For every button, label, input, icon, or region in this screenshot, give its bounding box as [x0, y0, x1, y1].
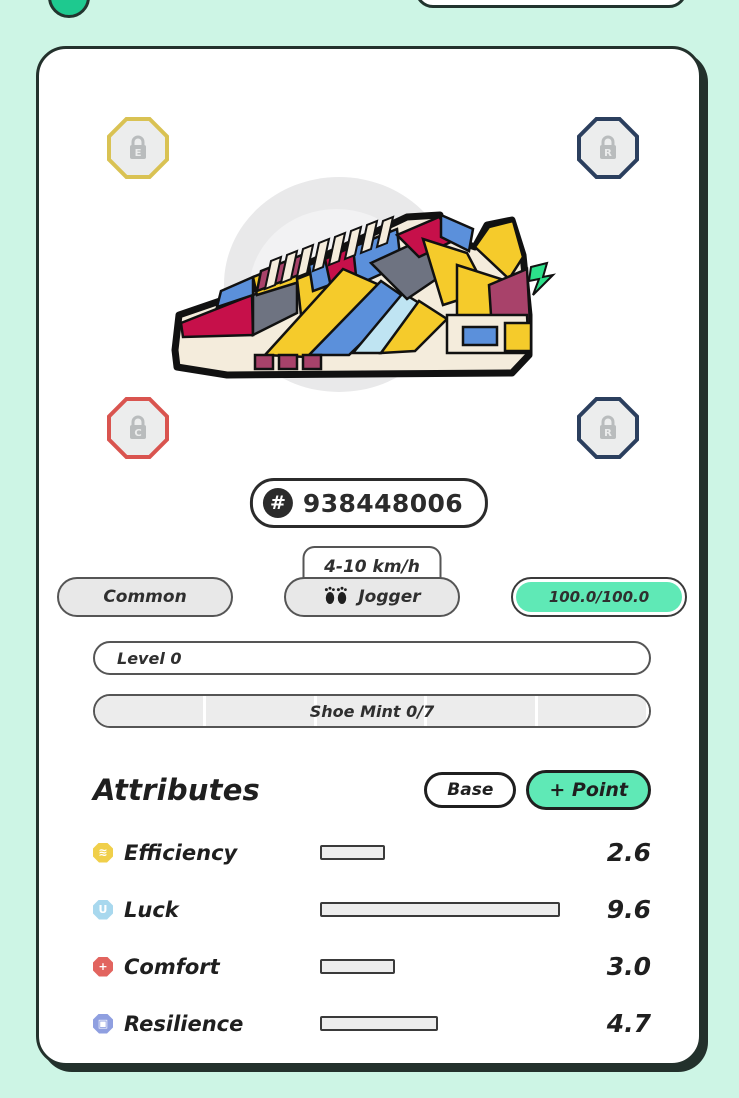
attribute-row: ≋ Efficiency 2.6	[93, 824, 651, 881]
attribute-label: Resilience	[124, 1011, 244, 1036]
attribute-bar-fill	[320, 959, 395, 974]
mint-label: Shoe Mint 0/7	[309, 701, 435, 721]
add-point-button[interactable]: + Point	[526, 770, 651, 810]
comfort-icon: +	[93, 956, 113, 977]
shoe-id-badge[interactable]: # 938448006	[249, 478, 489, 528]
hash-icon: #	[262, 488, 293, 518]
attributes-actions: Base + Point	[424, 770, 651, 810]
attributes-header: Attributes Base + Point	[93, 767, 651, 813]
attribute-bar-track	[320, 1016, 570, 1031]
lock-icon: R	[595, 134, 621, 162]
attribute-label: Luck	[124, 897, 179, 922]
shoe-detail-card: E R C R # 938448006 Common 4-10 km/h Jog…	[36, 46, 702, 1066]
attribute-bar-track	[320, 959, 570, 974]
green-circle-icon[interactable]	[48, 0, 90, 18]
attributes-list: ≋ Efficiency 2.6 U Luck 9.6 + Comfort 3.…	[93, 824, 651, 1052]
attribute-label: Comfort	[124, 954, 220, 979]
attribute-row: U Luck 9.6	[93, 881, 651, 938]
rarity-pill[interactable]: Common	[57, 577, 233, 617]
shoe-artwork	[39, 169, 705, 419]
attribute-label: Efficiency	[124, 840, 238, 865]
base-button[interactable]: Base	[424, 772, 517, 808]
footprints-icon	[323, 584, 349, 611]
svg-text:E: E	[135, 148, 142, 159]
shoe-type-pill[interactable]: Jogger	[284, 577, 460, 617]
attribute-bar-fill	[320, 1016, 438, 1031]
svg-text:R: R	[604, 428, 612, 439]
stats-pill-row: Common 4-10 km/h Jogger 100.0/100.0	[57, 546, 687, 618]
luck-icon: U	[93, 899, 113, 920]
rounded-bar-stub[interactable]	[415, 0, 687, 8]
attribute-value: 4.7	[606, 1009, 651, 1038]
attribute-value: 2.6	[606, 838, 651, 867]
attribute-bar-fill	[320, 902, 560, 917]
durability-value: 100.0/100.0	[516, 582, 682, 612]
attribute-row: ▣ Resilience 4.7	[93, 995, 651, 1052]
efficiency-icon: ≋	[93, 842, 113, 863]
shoe-type-group: 4-10 km/h Jogger	[284, 546, 460, 617]
app-screen: E R C R # 938448006 Common 4-10 km/h Jog…	[0, 0, 739, 1098]
shoe-mint-bar[interactable]: Shoe Mint 0/7	[93, 694, 651, 728]
svg-text:C: C	[134, 428, 141, 439]
svg-text:R: R	[604, 148, 612, 159]
level-bar[interactable]: Level 0	[93, 641, 651, 675]
page-title: Attributes	[93, 773, 261, 807]
attribute-bar-fill	[320, 845, 385, 860]
level-label: Level 0	[117, 648, 182, 668]
durability-pill[interactable]: 100.0/100.0	[511, 577, 687, 617]
attribute-bar-track	[320, 845, 570, 860]
shoe-id-number: 938448006	[302, 488, 464, 518]
attribute-value: 9.6	[606, 895, 651, 924]
resilience-icon: ▣	[93, 1013, 113, 1034]
lock-icon: E	[125, 134, 151, 162]
shoe-type-label: Jogger	[358, 587, 421, 607]
attribute-value: 3.0	[606, 952, 651, 981]
sneaker-illustration	[171, 211, 557, 379]
attribute-row: + Comfort 3.0	[93, 938, 651, 995]
attribute-bar-track	[320, 902, 570, 917]
